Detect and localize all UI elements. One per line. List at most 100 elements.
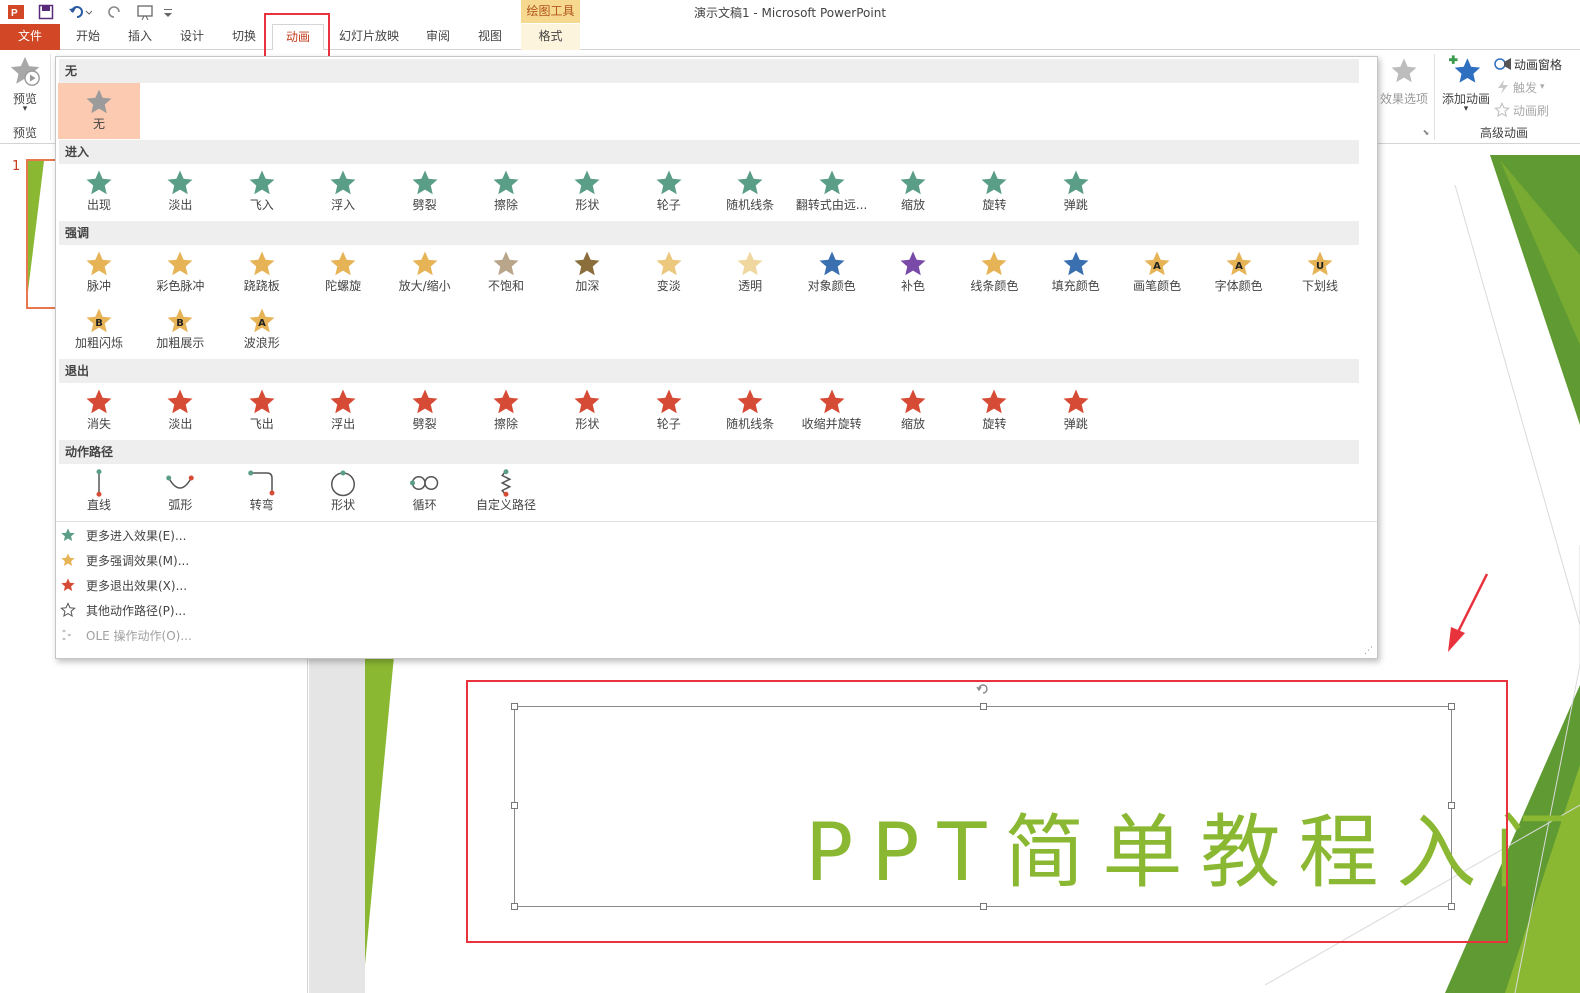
- animation-emphasis-item[interactable]: A 画笔颜色: [1116, 245, 1198, 301]
- animation-item-label: 出现: [86, 198, 111, 212]
- motion-path-star-outline-icon: [60, 602, 76, 618]
- animation-item-label: 浮出: [331, 417, 356, 431]
- animation-star-icon: [656, 389, 682, 414]
- tab-insert[interactable]: 插入: [114, 24, 166, 50]
- effect-options-star-icon: [1391, 58, 1417, 83]
- animation-exit-item[interactable]: 收缩并旋转: [791, 383, 873, 439]
- animation-motion-item[interactable]: 转弯: [221, 464, 303, 520]
- animation-emphasis-item[interactable]: 线条颜色: [953, 245, 1035, 301]
- ribbon-tabs: 文件 开始 插入 设计 切换 动画 幻灯片放映 审阅 视图 格式: [0, 24, 1580, 51]
- animation-emphasis-item[interactable]: 脉冲: [58, 245, 140, 301]
- animation-exit-item[interactable]: 形状: [546, 383, 628, 439]
- preview-star-icon: [10, 56, 40, 86]
- tab-slideshow[interactable]: 幻灯片放映: [330, 24, 408, 50]
- animation-exit-item[interactable]: 劈裂: [384, 383, 466, 439]
- trigger-label: 触发: [1513, 80, 1538, 95]
- animation-entrance-item[interactable]: 飞入: [221, 164, 303, 220]
- animation-exit-item[interactable]: 飞出: [221, 383, 303, 439]
- animation-emphasis-item[interactable]: B 加粗闪烁: [58, 302, 140, 358]
- more-entrance-effects[interactable]: 更多进入效果(E)...: [60, 523, 186, 547]
- advanced-animation-group-label: 高级动画: [1479, 126, 1528, 140]
- animation-star-icon: [981, 170, 1007, 195]
- animation-entrance-item[interactable]: 淡出: [139, 164, 221, 220]
- animation-item-label: 转弯: [249, 498, 274, 512]
- animation-exit-item[interactable]: 消失: [58, 383, 140, 439]
- animation-exit-item[interactable]: 轮子: [628, 383, 710, 439]
- animation-emphasis-item[interactable]: 加深: [546, 245, 628, 301]
- animation-none[interactable]: 无: [58, 83, 140, 139]
- add-animation-button[interactable]: 添加动画 ▾: [1440, 54, 1492, 118]
- animation-entrance-item[interactable]: 轮子: [628, 164, 710, 220]
- preview-dropdown-icon[interactable]: ▾: [4, 104, 46, 114]
- add-animation-dropdown-icon[interactable]: ▾: [1440, 104, 1492, 114]
- animation-emphasis-item[interactable]: 陀螺旋: [302, 245, 384, 301]
- animation-star-icon: [737, 170, 763, 195]
- animation-motion-item[interactable]: 弧形: [139, 464, 221, 520]
- tab-format[interactable]: 格式: [521, 24, 580, 50]
- animation-item-label: 收缩并旋转: [801, 417, 862, 431]
- animation-entrance-item[interactable]: 弹跳: [1035, 164, 1117, 220]
- animation-emphasis-item[interactable]: 补色: [872, 245, 954, 301]
- animation-emphasis-item[interactable]: A 字体颜色: [1198, 245, 1280, 301]
- animation-motion-item[interactable]: 直线: [58, 464, 140, 520]
- animation-entrance-item[interactable]: 擦除: [465, 164, 547, 220]
- animation-entrance-item[interactable]: 翻转式由远...: [791, 164, 873, 220]
- animation-item-label: 消失: [86, 417, 111, 431]
- animation-exit-item[interactable]: 缩放: [872, 383, 954, 439]
- animation-star-icon: A: [249, 308, 275, 333]
- tab-design[interactable]: 设计: [166, 24, 218, 50]
- preview-group-label: 预览: [12, 126, 37, 140]
- animation-item-label: 循环: [412, 498, 437, 512]
- tab-home[interactable]: 开始: [62, 24, 114, 50]
- animation-emphasis-item[interactable]: B 加粗展示: [139, 302, 221, 358]
- animation-emphasis-item[interactable]: U 下划线: [1279, 245, 1361, 301]
- animation-motion-item[interactable]: 循环: [384, 464, 466, 520]
- animation-painter-label: 动画刷: [1513, 103, 1550, 118]
- animation-pane-button[interactable]: 动画窗格: [1494, 55, 1562, 73]
- trigger-button[interactable]: 触发 ▾: [1496, 78, 1545, 96]
- animation-motion-item[interactable]: 形状: [302, 464, 384, 520]
- animation-exit-item[interactable]: 浮出: [302, 383, 384, 439]
- svg-text:A: A: [1235, 261, 1243, 272]
- dialog-launcher-icon[interactable]: ⬊: [1420, 128, 1432, 137]
- title-bar: P 演示文稿1 - Microsoft PowerPoint 绘图工具: [0, 0, 1580, 24]
- more-exit-effects[interactable]: 更多退出效果(X)...: [60, 573, 187, 597]
- animation-emphasis-item[interactable]: 不饱和: [465, 245, 547, 301]
- animation-emphasis-item[interactable]: 跷跷板: [221, 245, 303, 301]
- animation-emphasis-item[interactable]: 透明: [709, 245, 791, 301]
- animation-entrance-item[interactable]: 随机线条: [709, 164, 791, 220]
- tab-transitions[interactable]: 切换: [218, 24, 270, 50]
- effect-options-button[interactable]: 效果选项: [1378, 56, 1430, 120]
- animation-emphasis-item[interactable]: A 波浪形: [221, 302, 303, 358]
- animation-entrance-item[interactable]: 劈裂: [384, 164, 466, 220]
- animation-entrance-item[interactable]: 浮入: [302, 164, 384, 220]
- animation-motion-item[interactable]: 自定义路径: [465, 464, 547, 520]
- animation-star-icon: [86, 389, 112, 414]
- animation-entrance-item[interactable]: 缩放: [872, 164, 954, 220]
- animation-exit-item[interactable]: 弹跳: [1035, 383, 1117, 439]
- animation-item-label: 随机线条: [726, 198, 775, 212]
- animation-star-icon: [819, 170, 845, 195]
- tab-file[interactable]: 文件: [0, 24, 60, 50]
- tab-review[interactable]: 审阅: [414, 24, 462, 50]
- animation-exit-item[interactable]: 旋转: [953, 383, 1035, 439]
- animation-item-label: 下划线: [1301, 279, 1338, 293]
- animation-emphasis-item[interactable]: 对象颜色: [791, 245, 873, 301]
- more-motion-paths[interactable]: 其他动作路径(P)...: [60, 598, 186, 622]
- animation-emphasis-item[interactable]: 彩色脉冲: [139, 245, 221, 301]
- motion-path-icon: [331, 470, 356, 497]
- tab-view[interactable]: 视图: [466, 24, 514, 50]
- more-emphasis-effects[interactable]: 更多强调效果(M)...: [60, 548, 189, 572]
- animation-entrance-item[interactable]: 旋转: [953, 164, 1035, 220]
- animation-emphasis-item[interactable]: 填充颜色: [1035, 245, 1117, 301]
- animation-entrance-item[interactable]: 形状: [546, 164, 628, 220]
- animation-emphasis-item[interactable]: 放大/缩小: [384, 245, 466, 301]
- preview-button[interactable]: 预览 ▾: [4, 54, 46, 118]
- gallery-resize-grip-icon[interactable]: ⋰: [1364, 646, 1373, 656]
- animation-entrance-item[interactable]: 出现: [58, 164, 140, 220]
- animation-exit-item[interactable]: 擦除: [465, 383, 547, 439]
- animation-painter-button[interactable]: 动画刷: [1494, 101, 1549, 119]
- animation-exit-item[interactable]: 淡出: [139, 383, 221, 439]
- animation-emphasis-item[interactable]: 变淡: [628, 245, 710, 301]
- animation-exit-item[interactable]: 随机线条: [709, 383, 791, 439]
